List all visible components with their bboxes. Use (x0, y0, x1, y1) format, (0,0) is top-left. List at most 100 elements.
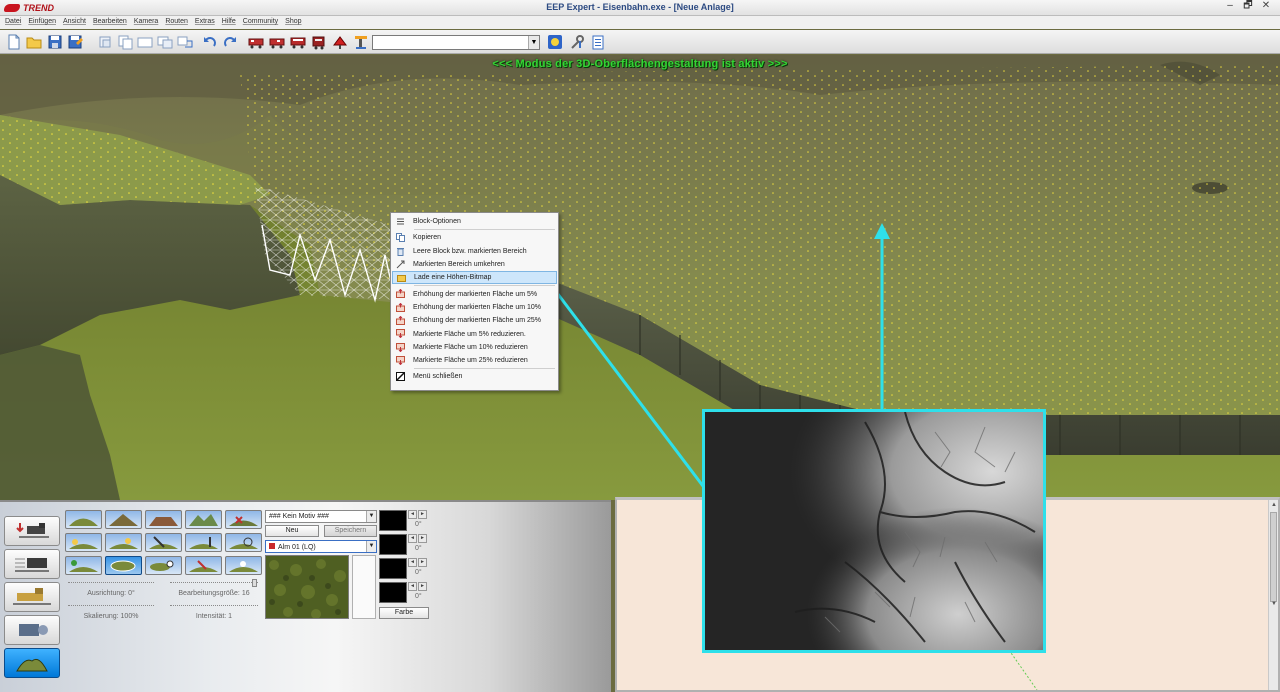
texture-select[interactable]: Alm 01 (LQ) ▼ (265, 540, 377, 553)
menu-lower-5[interactable]: Markierte Fläche um 5% reduzieren. (392, 327, 557, 340)
menu-raise-10[interactable]: Erhöhung der markierten Fläche um 10% (392, 301, 557, 314)
save-as-icon[interactable] (66, 33, 84, 51)
right-arrow-icon[interactable]: ► (418, 534, 427, 543)
save-icon[interactable] (46, 33, 64, 51)
crane-icon[interactable] (352, 33, 370, 51)
left-arrow-icon[interactable]: ◄ (408, 510, 417, 519)
terrain-tree-tool[interactable] (225, 556, 262, 575)
info-icon[interactable] (589, 33, 607, 51)
speichern-button[interactable]: Speichern (324, 525, 377, 537)
terrain-lower-tool[interactable] (105, 510, 142, 529)
right-arrow-icon[interactable]: ► (418, 582, 427, 591)
menu-einfuegen[interactable]: Einfügen (26, 16, 61, 29)
close-button[interactable]: ✕ (1258, 1, 1274, 13)
menu-lower-10[interactable]: Markierte Fläche um 10% reduzieren (392, 341, 557, 354)
menu-load-height-bitmap[interactable]: Lade eine Höhen-Bitmap (392, 271, 557, 285)
scroll-up-icon[interactable]: ▲ (1270, 501, 1278, 509)
right-arrow-icon[interactable]: ► (418, 558, 427, 567)
left-arrow-icon[interactable]: ◄ (408, 558, 417, 567)
water-editor-button[interactable] (4, 615, 60, 645)
chevron-down-icon[interactable]: ▼ (528, 36, 539, 49)
minimize-button[interactable]: – (1222, 1, 1238, 13)
train-icon[interactable] (268, 33, 286, 51)
motiv-select[interactable]: ### Kein Motiv ### ▼ (265, 510, 377, 523)
color-swatch-3[interactable] (379, 558, 407, 579)
menu-routen[interactable]: Routen (163, 16, 193, 29)
copy-icon[interactable] (116, 33, 134, 51)
terrain-mountain-tool[interactable] (185, 510, 222, 529)
spin-control[interactable]: ◄ ► (408, 558, 428, 567)
spin-control[interactable]: ◄ ► (408, 582, 428, 591)
new-file-icon[interactable] (5, 33, 23, 51)
terrain-editor-button[interactable] (4, 648, 60, 678)
spin-control[interactable]: ◄ ► (408, 534, 428, 543)
terrain-texture-tool[interactable] (105, 556, 142, 575)
intensitaet-slider[interactable] (170, 602, 258, 610)
terrain-grass-tool[interactable] (185, 556, 222, 575)
paste-special-icon[interactable] (156, 33, 174, 51)
menu-invert-selection[interactable]: Markierten Bereich umkehren (392, 258, 557, 271)
right-arrow-icon[interactable]: ► (418, 510, 427, 519)
color-swatch-2[interactable] (379, 534, 407, 555)
rail-editor-button[interactable] (4, 516, 60, 546)
terrain-paint-tool[interactable] (65, 556, 102, 575)
duplicate-icon[interactable] (176, 33, 194, 51)
redo-icon[interactable] (221, 33, 239, 51)
left-arrow-icon[interactable]: ◄ (408, 534, 417, 543)
menu-ansicht[interactable]: Ansicht (61, 16, 91, 29)
spin-control[interactable]: ◄ ► (408, 510, 428, 519)
ausrichtung-slider[interactable] (68, 579, 154, 587)
color-swatch-4[interactable] (379, 582, 407, 603)
menu-shop[interactable]: Shop (283, 16, 306, 29)
scrollbar-thumb[interactable] (1270, 512, 1277, 602)
farbe-button[interactable]: Farbe (379, 607, 429, 619)
scroll-down-icon[interactable]: ▼ (1270, 600, 1278, 608)
menu-lower-25[interactable]: Markierte Fläche um 25% reduzieren (392, 354, 557, 367)
chevron-down-icon[interactable]: ▼ (366, 541, 376, 552)
menu-raise-5[interactable]: Erhöhung der markierten Fläche um 5% (392, 287, 557, 300)
tools-icon[interactable] (568, 33, 586, 51)
signal-icon[interactable] (331, 33, 349, 51)
terrain-plateau-tool[interactable] (145, 510, 182, 529)
menu-clear-block[interactable]: Leere Block bzw. markierten Bereich (392, 245, 557, 258)
menu-hilfe[interactable]: Hilfe (220, 16, 241, 29)
menu-kamera[interactable]: Kamera (132, 16, 164, 29)
menu-community[interactable]: Community (241, 16, 283, 29)
restore-button[interactable]: 🗗 (1240, 1, 1256, 13)
road-editor-button[interactable] (4, 582, 60, 612)
terrain-pick-tool[interactable] (145, 533, 182, 552)
terrain-fill-tool[interactable] (145, 556, 182, 575)
menu-close[interactable]: Menü schließen (392, 370, 557, 383)
menu-bearbeiten[interactable]: Bearbeiten (91, 16, 132, 29)
slider-thumb[interactable] (252, 579, 257, 587)
map-scrollbar[interactable]: ▲ ▼ (1268, 500, 1278, 690)
left-arrow-icon[interactable]: ◄ (408, 582, 417, 591)
terrain-erode-tool[interactable] (105, 533, 142, 552)
open-folder-icon[interactable] (25, 33, 43, 51)
bearbeitungsgroesse-slider[interactable] (170, 579, 258, 587)
tram-editor-button[interactable] (4, 549, 60, 579)
cut-icon[interactable] (96, 33, 114, 51)
texture-list[interactable] (352, 555, 376, 619)
terrain-raise-tool[interactable] (65, 510, 102, 529)
undo-icon[interactable] (201, 33, 219, 51)
sun-icon[interactable] (546, 33, 564, 51)
terrain-flatten-tool[interactable] (225, 510, 262, 529)
chevron-down-icon[interactable]: ▼ (366, 511, 376, 522)
menu-datei[interactable]: Datei (3, 16, 26, 29)
menu-raise-25[interactable]: Erhöhung der markierten Fläche um 25% (392, 314, 557, 327)
menu-extras[interactable]: Extras (193, 16, 220, 29)
skalierung-slider[interactable] (68, 602, 154, 610)
train-icon[interactable] (247, 33, 265, 51)
color-swatch-1[interactable] (379, 510, 407, 531)
menu-copy[interactable]: Kopieren (392, 231, 557, 244)
layer-combo[interactable]: ▼ (372, 35, 540, 50)
terrain-noise-tool[interactable] (225, 533, 262, 552)
paste-icon[interactable] (136, 33, 154, 51)
terrain-smooth-tool[interactable] (65, 533, 102, 552)
train-icon[interactable] (310, 33, 328, 51)
terrain-viewport[interactable]: <<< Modus der 3D-Oberflächengestaltung i… (0, 55, 1280, 500)
terrain-slope-tool[interactable] (185, 533, 222, 552)
menu-block-options[interactable]: Block-Optionen (392, 215, 557, 228)
train-icon[interactable] (289, 33, 307, 51)
